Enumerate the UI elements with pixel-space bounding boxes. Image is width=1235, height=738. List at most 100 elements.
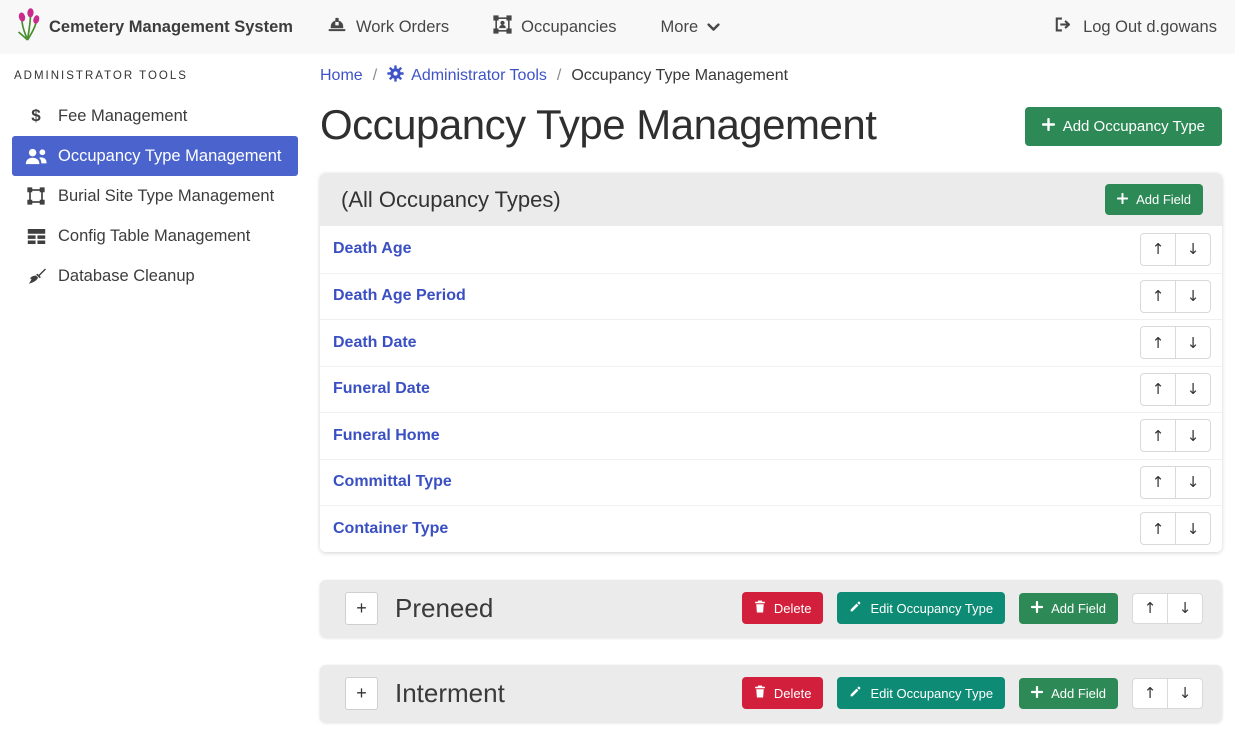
edit-occupancy-type-button[interactable]: Edit Occupancy Type bbox=[837, 677, 1005, 709]
reorder-group: ↑ ↓ bbox=[1140, 280, 1211, 313]
edit-occupancy-type-button[interactable]: Edit Occupancy Type bbox=[837, 592, 1005, 624]
nav-work-orders[interactable]: Work Orders bbox=[327, 16, 449, 38]
add-field-button[interactable]: Add Field bbox=[1019, 593, 1118, 624]
move-up-button[interactable]: ↑ bbox=[1132, 678, 1168, 709]
add-field-label: Add Field bbox=[1051, 601, 1106, 616]
reorder-group: ↑ ↓ bbox=[1140, 512, 1211, 545]
move-down-button[interactable]: ↓ bbox=[1175, 512, 1211, 545]
field-link-funeral-date[interactable]: Funeral Date bbox=[333, 380, 430, 398]
move-up-button[interactable]: ↑ bbox=[1140, 419, 1176, 452]
field-row: Committal Type ↑ ↓ bbox=[320, 459, 1222, 506]
plus-icon bbox=[1031, 601, 1043, 616]
plus-icon bbox=[1031, 686, 1043, 701]
reorder-group: ↑ ↓ bbox=[1132, 678, 1203, 709]
field-row: Death Age ↑ ↓ bbox=[320, 226, 1222, 273]
nav-more-label: More bbox=[661, 18, 699, 37]
section-interment-title: Interment bbox=[395, 678, 505, 709]
logout-button[interactable]: Log Out d.gowans bbox=[1054, 16, 1217, 38]
sidebar-item-burial-site-type-management[interactable]: Burial Site Type Management bbox=[12, 176, 298, 216]
trash-icon bbox=[754, 685, 766, 701]
sidebar-item-label: Burial Site Type Management bbox=[58, 187, 274, 206]
chevron-down-icon bbox=[707, 18, 720, 37]
sidebar-item-occupancy-type-management[interactable]: Occupancy Type Management bbox=[12, 136, 298, 176]
move-down-button[interactable]: ↓ bbox=[1175, 326, 1211, 359]
add-field-button[interactable]: Add Field bbox=[1019, 678, 1118, 709]
move-down-button[interactable]: ↓ bbox=[1167, 593, 1203, 624]
field-row: Death Date ↑ ↓ bbox=[320, 319, 1222, 366]
pencil-icon bbox=[849, 600, 862, 616]
nav-work-orders-label: Work Orders bbox=[356, 18, 449, 37]
all-occupancy-types-card: (All Occupancy Types) Add Field Death Ag… bbox=[320, 173, 1222, 552]
add-occupancy-type-label: Add Occupancy Type bbox=[1063, 118, 1205, 135]
all-occupancy-types-title: (All Occupancy Types) bbox=[341, 187, 561, 213]
person-frame-icon bbox=[493, 15, 512, 39]
field-link-death-date[interactable]: Death Date bbox=[333, 334, 417, 352]
add-field-label: Add Field bbox=[1136, 192, 1191, 207]
edit-occupancy-type-label: Edit Occupancy Type bbox=[870, 601, 993, 616]
section-interment: + Interment Delete bbox=[320, 665, 1222, 722]
brand[interactable]: Cemetery Management System bbox=[14, 8, 293, 46]
move-down-button[interactable]: ↓ bbox=[1175, 419, 1211, 452]
field-row: Death Age Period ↑ ↓ bbox=[320, 273, 1222, 320]
move-up-button[interactable]: ↑ bbox=[1140, 466, 1176, 499]
delete-label: Delete bbox=[774, 686, 812, 701]
move-up-button[interactable]: ↑ bbox=[1140, 233, 1176, 266]
delete-button[interactable]: Delete bbox=[742, 592, 824, 624]
move-up-button[interactable]: ↑ bbox=[1140, 512, 1176, 545]
sidebar-item-database-cleanup[interactable]: Database Cleanup bbox=[12, 256, 298, 296]
move-up-button[interactable]: ↑ bbox=[1132, 593, 1168, 624]
sidebar: Administrator Tools $ Fee Management Occ… bbox=[0, 54, 310, 738]
breadcrumb-administrator-tools-label: Administrator Tools bbox=[411, 67, 547, 85]
table-icon bbox=[22, 228, 50, 245]
sidebar-item-label: Fee Management bbox=[58, 107, 187, 126]
move-up-button[interactable]: ↑ bbox=[1140, 280, 1176, 313]
sign-out-icon bbox=[1054, 16, 1073, 38]
field-link-death-age[interactable]: Death Age bbox=[333, 240, 412, 258]
section-preneed-actions: Delete Edit Occupancy Type Add bbox=[742, 592, 1203, 624]
move-down-button[interactable]: ↓ bbox=[1175, 466, 1211, 499]
expand-button[interactable]: + bbox=[345, 677, 378, 710]
sidebar-item-label: Config Table Management bbox=[58, 227, 250, 246]
breadcrumb-current: Occupancy Type Management bbox=[571, 67, 788, 85]
add-field-button[interactable]: Add Field bbox=[1105, 184, 1203, 215]
move-up-button[interactable]: ↑ bbox=[1140, 326, 1176, 359]
field-link-committal-type[interactable]: Committal Type bbox=[333, 473, 452, 491]
move-down-button[interactable]: ↓ bbox=[1175, 280, 1211, 313]
field-row: Funeral Date ↑ ↓ bbox=[320, 366, 1222, 413]
top-navbar: Cemetery Management System Work Orders bbox=[0, 0, 1235, 54]
move-down-button[interactable]: ↓ bbox=[1175, 373, 1211, 406]
delete-label: Delete bbox=[774, 601, 812, 616]
expand-button[interactable]: + bbox=[345, 592, 378, 625]
nav-links: Work Orders Occupancies More bbox=[327, 15, 720, 39]
delete-button[interactable]: Delete bbox=[742, 677, 824, 709]
breadcrumb-separator: / bbox=[373, 67, 377, 85]
app-title: Cemetery Management System bbox=[49, 18, 293, 37]
tulips-logo-icon bbox=[14, 8, 41, 46]
sidebar-item-label: Database Cleanup bbox=[58, 267, 195, 286]
sidebar-item-fee-management[interactable]: $ Fee Management bbox=[12, 96, 298, 136]
breadcrumb-home[interactable]: Home bbox=[320, 67, 363, 85]
move-down-button[interactable]: ↓ bbox=[1167, 678, 1203, 709]
sidebar-item-label: Occupancy Type Management bbox=[58, 147, 282, 166]
breadcrumb-administrator-tools[interactable]: Administrator Tools bbox=[387, 65, 547, 87]
sidebar-item-config-table-management[interactable]: Config Table Management bbox=[12, 216, 298, 256]
field-row: Funeral Home ↑ ↓ bbox=[320, 412, 1222, 459]
field-link-funeral-home[interactable]: Funeral Home bbox=[333, 427, 440, 445]
gear-icon bbox=[387, 65, 404, 87]
move-down-button[interactable]: ↓ bbox=[1175, 233, 1211, 266]
field-link-death-age-period[interactable]: Death Age Period bbox=[333, 287, 466, 305]
add-occupancy-type-button[interactable]: Add Occupancy Type bbox=[1025, 107, 1222, 146]
reorder-group: ↑ ↓ bbox=[1140, 233, 1211, 266]
hard-hat-icon bbox=[327, 16, 347, 38]
field-row: Container Type ↑ ↓ bbox=[320, 505, 1222, 552]
nav-occupancies[interactable]: Occupancies bbox=[493, 15, 616, 39]
breadcrumb: Home / bbox=[320, 65, 1222, 87]
nav-more[interactable]: More bbox=[661, 18, 721, 37]
page-title: Occupancy Type Management bbox=[320, 101, 876, 149]
add-field-label: Add Field bbox=[1051, 686, 1106, 701]
reorder-group: ↑ ↓ bbox=[1140, 373, 1211, 406]
move-up-button[interactable]: ↑ bbox=[1140, 373, 1176, 406]
sidebar-heading: Administrator Tools bbox=[14, 70, 298, 82]
logout-label: Log Out d.gowans bbox=[1083, 18, 1217, 37]
field-link-container-type[interactable]: Container Type bbox=[333, 520, 448, 538]
